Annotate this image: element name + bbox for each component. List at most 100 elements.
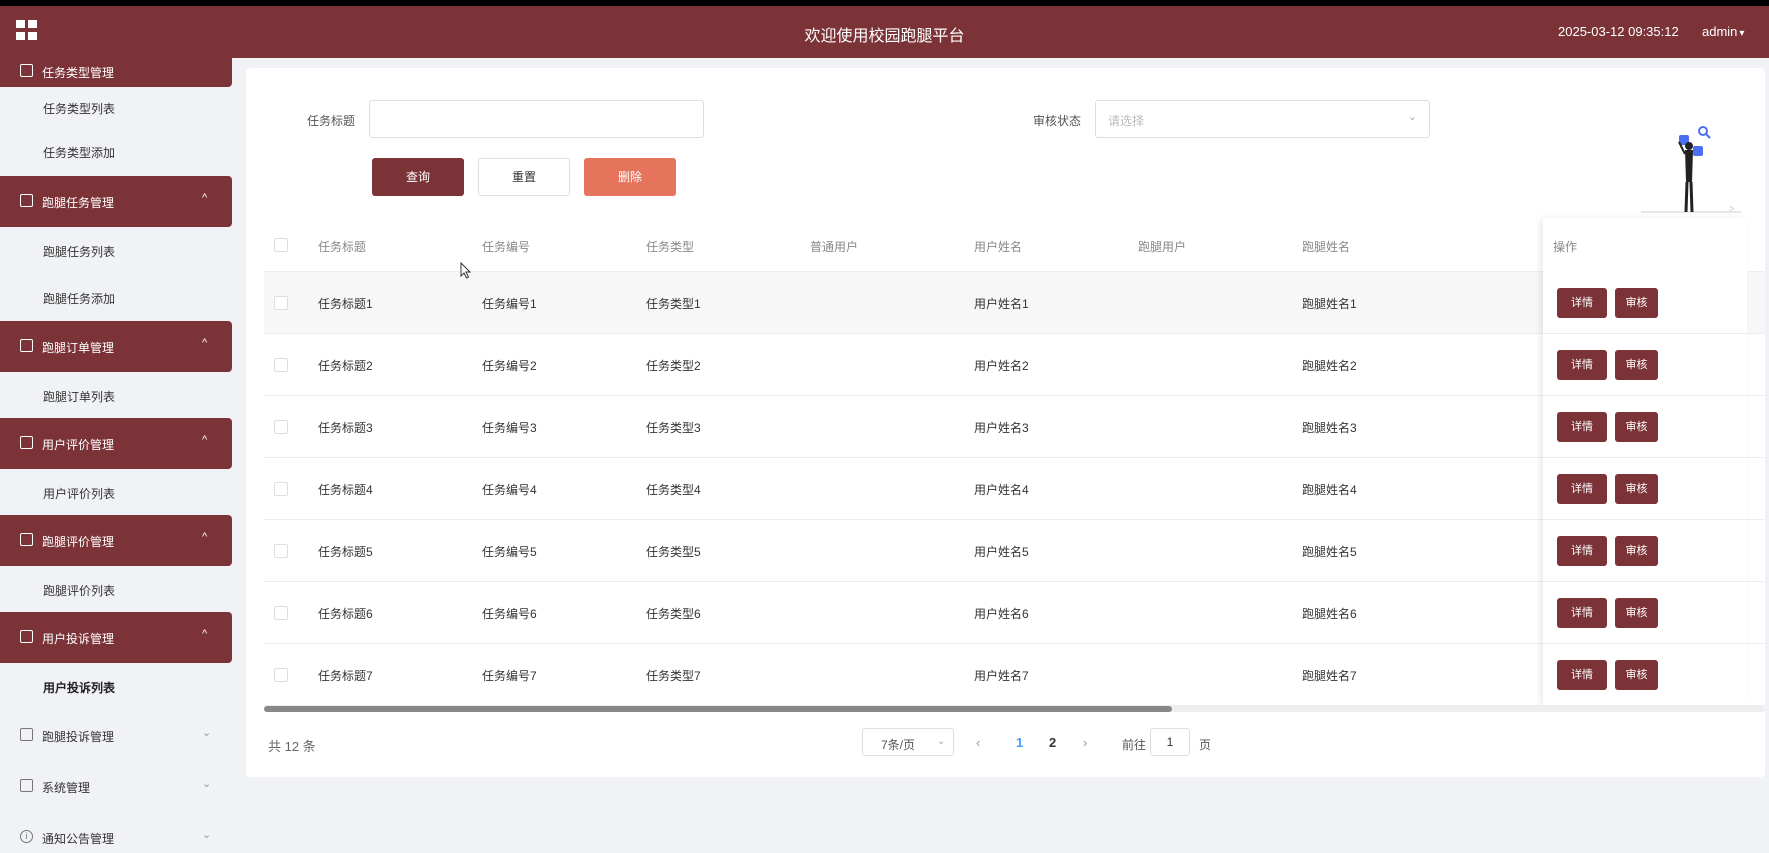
sidebar-item-user-complaint-list[interactable]: 用户投诉列表: [0, 665, 232, 709]
cell-user-name: 用户姓名7: [974, 669, 1029, 683]
sidebar-group-errand-review[interactable]: 跑腿评价管理 ^: [0, 515, 232, 566]
operation-row: 详情 审核: [1543, 582, 1747, 644]
scrollbar-thumb[interactable]: [264, 706, 1172, 712]
reset-button[interactable]: 重置: [478, 158, 570, 196]
column-header: 跑腿姓名: [1302, 240, 1351, 254]
cell-runner-name: 跑腿姓名6: [1302, 607, 1357, 621]
mouse-cursor-icon: [460, 262, 472, 279]
table-horizontal-scrollbar[interactable]: [264, 706, 1765, 712]
cell-title: 任务标题3: [318, 421, 373, 435]
sidebar-group-task-type[interactable]: 任务类型管理: [0, 58, 232, 87]
sidebar-item-errand-review-list[interactable]: 跑腿评价列表: [0, 568, 232, 612]
chevron-up-icon: ^: [202, 192, 208, 204]
select-all-checkbox[interactable]: [274, 238, 288, 252]
query-button[interactable]: 查询: [372, 158, 464, 196]
sidebar-item-errand-order-list[interactable]: 跑腿订单列表: [0, 374, 232, 418]
operation-row: 详情 审核: [1543, 458, 1747, 520]
cell-user-name: 用户姓名4: [974, 483, 1029, 497]
detail-button[interactable]: 详情: [1557, 660, 1607, 690]
folder-icon: [20, 630, 33, 643]
table-header: 任务标题 任务编号 任务类型 普通用户 用户姓名 跑腿用户 跑腿姓名: [264, 218, 1765, 272]
cell-runner-name: 跑腿姓名2: [1302, 359, 1357, 373]
folder-icon: [20, 339, 33, 352]
cell-number: 任务编号3: [482, 421, 537, 435]
folder-icon: [20, 728, 33, 741]
folder-icon: [20, 436, 33, 449]
next-page-icon[interactable]: ›: [1083, 735, 1087, 750]
detail-button[interactable]: 详情: [1557, 598, 1607, 628]
prev-page-icon[interactable]: ‹: [976, 735, 980, 750]
audit-button[interactable]: 审核: [1615, 598, 1658, 628]
image-icon: [20, 779, 33, 792]
title-filter-label: 任务标题: [307, 114, 356, 128]
detail-button[interactable]: 详情: [1557, 288, 1607, 318]
app-title: 欢迎使用校园跑腿平台: [804, 28, 965, 45]
audit-button[interactable]: 审核: [1615, 412, 1658, 442]
chevron-up-icon: ^: [202, 531, 208, 543]
cell-number: 任务编号7: [482, 669, 537, 683]
goto-unit: 页: [1199, 738, 1212, 752]
top-bar: 欢迎使用校园跑腿平台 2025-03-12 09:35:12 admin ▾: [0, 0, 1769, 58]
audit-button[interactable]: 审核: [1615, 536, 1658, 566]
cell-runner-name: 跑腿姓名1: [1302, 297, 1357, 311]
column-header: 任务类型: [646, 240, 695, 254]
chevron-down-icon: ⌄: [202, 829, 212, 841]
sidebar-item-task-type-list[interactable]: 任务类型列表: [0, 86, 232, 130]
cell-title: 任务标题7: [318, 669, 373, 683]
page-number-2[interactable]: 2: [1049, 735, 1056, 750]
audit-button[interactable]: 审核: [1615, 660, 1658, 690]
sidebar-group-user-complaint[interactable]: 用户投诉管理 ^: [0, 612, 232, 663]
detail-button[interactable]: 详情: [1557, 536, 1607, 566]
cell-runner-name: 跑腿姓名4: [1302, 483, 1357, 497]
sidebar-item-task-type-add[interactable]: 任务类型添加: [0, 130, 232, 174]
svg-text:>: >: [1729, 204, 1735, 214]
sidebar-group-notice[interactable]: i 通知公告管理 ⌄: [0, 812, 232, 853]
detail-button[interactable]: 详情: [1557, 412, 1607, 442]
datetime-display: 2025-03-12 09:35:12: [1558, 24, 1679, 39]
row-checkbox[interactable]: [274, 358, 288, 372]
search-illustration: >: [1641, 126, 1741, 214]
status-filter-label: 审核状态: [1033, 114, 1082, 128]
row-checkbox[interactable]: [274, 420, 288, 434]
table-row: 任务标题1 任务编号1 任务类型1 用户姓名1 跑腿姓名1: [264, 272, 1765, 334]
title-filter-input[interactable]: [369, 100, 704, 138]
sidebar-item-errand-task-list[interactable]: 跑腿任务列表: [0, 229, 232, 273]
cell-type: 任务类型7: [646, 669, 701, 683]
pagination-total: 共 12 条: [268, 739, 316, 754]
row-checkbox[interactable]: [274, 296, 288, 310]
chevron-down-icon: ▾: [1739, 28, 1745, 39]
detail-button[interactable]: 详情: [1557, 474, 1607, 504]
status-filter-select[interactable]: 请选择 ⌄: [1095, 100, 1430, 138]
cell-number: 任务编号6: [482, 607, 537, 621]
column-header: 任务编号: [482, 240, 531, 254]
audit-button[interactable]: 审核: [1615, 474, 1658, 504]
cell-number: 任务编号4: [482, 483, 537, 497]
cell-type: 任务类型1: [646, 297, 701, 311]
row-checkbox[interactable]: [274, 668, 288, 682]
folder-icon: [20, 194, 33, 207]
detail-button[interactable]: 详情: [1557, 350, 1607, 380]
sidebar-group-user-review[interactable]: 用户评价管理 ^: [0, 418, 232, 469]
sidebar: 任务类型管理 任务类型列表 任务类型添加 跑腿任务管理 ^ 跑腿任务列表 跑腿任…: [0, 58, 232, 853]
page-number-1[interactable]: 1: [1016, 735, 1023, 750]
sidebar-group-errand-order[interactable]: 跑腿订单管理 ^: [0, 321, 232, 372]
cell-number: 任务编号2: [482, 359, 537, 373]
sidebar-item-user-review-list[interactable]: 用户评价列表: [0, 471, 232, 515]
sidebar-group-system[interactable]: 系统管理 ⌄: [0, 761, 232, 812]
row-checkbox[interactable]: [274, 482, 288, 496]
user-menu[interactable]: admin ▾: [1702, 24, 1744, 39]
sidebar-item-errand-task-add[interactable]: 跑腿任务添加: [0, 276, 232, 320]
cell-runner-name: 跑腿姓名7: [1302, 669, 1357, 683]
chevron-up-icon: ^: [202, 337, 208, 349]
goto-page-input[interactable]: 1: [1150, 728, 1190, 756]
delete-button[interactable]: 删除: [584, 158, 676, 196]
sidebar-group-errand-task[interactable]: 跑腿任务管理 ^: [0, 176, 232, 227]
chevron-down-icon: ⌄: [1407, 111, 1417, 123]
sidebar-group-errand-complaint[interactable]: 跑腿投诉管理 ⌄: [0, 710, 232, 761]
page-size-select[interactable]: 7条/页 ⌄: [862, 728, 954, 756]
audit-button[interactable]: 审核: [1615, 288, 1658, 318]
audit-button[interactable]: 审核: [1615, 350, 1658, 380]
row-checkbox[interactable]: [274, 544, 288, 558]
row-checkbox[interactable]: [274, 606, 288, 620]
cell-type: 任务类型3: [646, 421, 701, 435]
